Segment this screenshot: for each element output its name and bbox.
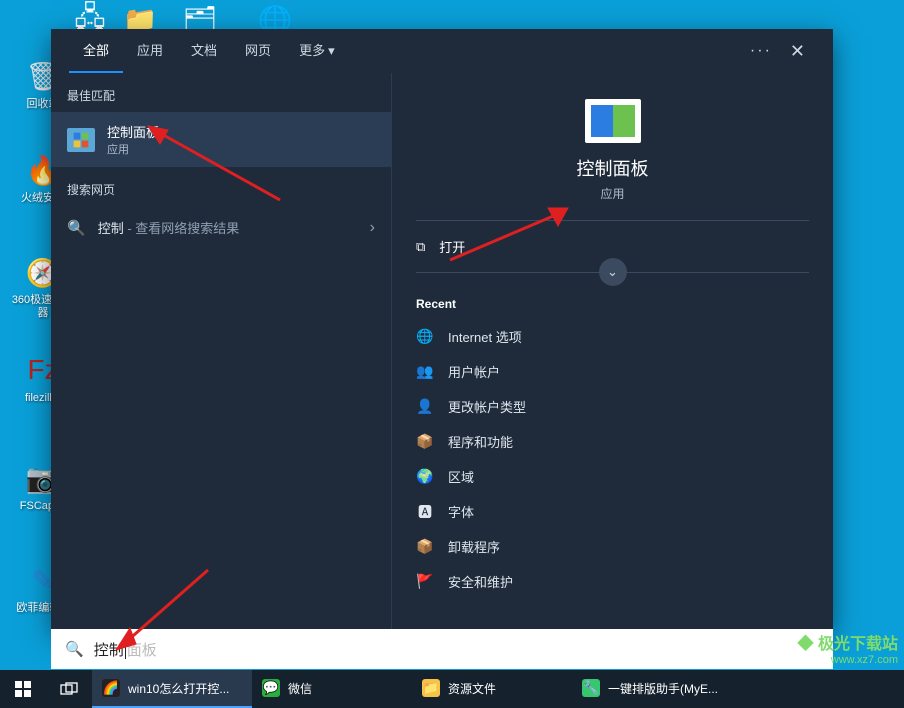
search-results-left: 最佳匹配 控制面板 应用 搜索网页 🔍 控制 - 查看网络搜索结果 › bbox=[51, 73, 391, 629]
recent-icon: 📦 bbox=[416, 538, 434, 556]
chevron-right-icon: › bbox=[370, 219, 375, 237]
search-icon: 🔍 bbox=[65, 640, 84, 658]
recent-label: 卸载程序 bbox=[448, 537, 500, 556]
recent-icon: 🌐 bbox=[416, 328, 434, 346]
web-search-label: 搜索网页 bbox=[51, 167, 391, 206]
control-panel-large-icon bbox=[585, 99, 641, 143]
recent-label: 用户帐户 bbox=[448, 362, 500, 381]
app-label: 微信 bbox=[288, 680, 312, 697]
more-options-icon[interactable]: ··· bbox=[750, 42, 772, 60]
taskbar-app[interactable]: 📁 资源文件 bbox=[412, 670, 572, 708]
recent-label: Internet 选项 bbox=[448, 327, 522, 346]
detail-sub: 应用 bbox=[416, 185, 809, 202]
recent-label: 区域 bbox=[448, 467, 474, 486]
search-tabs: 全部 应用 文档 网页 更多▾ ··· ✕ bbox=[51, 29, 833, 73]
app-icon: 💬 bbox=[262, 679, 280, 697]
recent-icon: 🌍 bbox=[416, 468, 434, 486]
recent-label: 更改帐户类型 bbox=[448, 397, 526, 416]
chevron-down-icon: ▾ bbox=[328, 29, 335, 73]
watermark: ◆ 极光下载站 www.xz7.com bbox=[798, 630, 898, 666]
recent-icon: 📦 bbox=[416, 433, 434, 451]
search-input[interactable]: 控制面板 bbox=[94, 639, 157, 660]
best-match-label: 最佳匹配 bbox=[51, 73, 391, 112]
taskbar-app[interactable]: 🌈 win10怎么打开控... bbox=[92, 670, 252, 708]
app-icon: 🌈 bbox=[102, 679, 120, 697]
tab-apps[interactable]: 应用 bbox=[123, 29, 177, 73]
expand-chevron-icon[interactable]: ⌄ bbox=[599, 258, 627, 286]
windows-search-panel: 全部 应用 文档 网页 更多▾ ··· ✕ 最佳匹配 控制面板 应用 搜索网页 … bbox=[51, 29, 833, 629]
search-input-bar: 🔍 控制面板 bbox=[51, 629, 833, 669]
recent-icon: 👤 bbox=[416, 398, 434, 416]
result-sub: 应用 bbox=[107, 141, 159, 157]
taskbar-app[interactable]: 💬 微信 bbox=[252, 670, 412, 708]
web-search-result[interactable]: 🔍 控制 - 查看网络搜索结果 › bbox=[51, 206, 391, 249]
recent-item[interactable]: 🌍 区域 bbox=[416, 459, 809, 494]
app-label: 资源文件 bbox=[448, 680, 496, 697]
recent-item[interactable]: 👤 更改帐户类型 bbox=[416, 389, 809, 424]
recent-item[interactable]: 🚩 安全和维护 bbox=[416, 564, 809, 599]
recent-item[interactable]: 📦 程序和功能 bbox=[416, 424, 809, 459]
app-icon: 📁 bbox=[422, 679, 440, 697]
recent-icon: 👥 bbox=[416, 363, 434, 381]
recent-item[interactable]: 🌐 Internet 选项 bbox=[416, 319, 809, 354]
search-icon: 🔍 bbox=[67, 219, 86, 237]
tab-more[interactable]: 更多▾ bbox=[285, 29, 349, 73]
recent-label: 字体 bbox=[448, 502, 474, 521]
recent-item[interactable]: 📦 卸载程序 bbox=[416, 529, 809, 564]
app-icon: 🔧 bbox=[582, 679, 600, 697]
close-icon[interactable]: ✕ bbox=[780, 35, 815, 68]
result-control-panel[interactable]: 控制面板 应用 bbox=[51, 112, 391, 167]
tab-docs[interactable]: 文档 bbox=[177, 29, 231, 73]
recent-label: 安全和维护 bbox=[448, 572, 513, 591]
recent-item[interactable]: 🅰 字体 bbox=[416, 494, 809, 529]
recent-item[interactable]: 👥 用户帐户 bbox=[416, 354, 809, 389]
open-icon: ⧉ bbox=[416, 239, 425, 255]
search-detail-right: 控制面板 应用 ⧉ 打开 ⌄ Recent 🌐Internet 选项👥用户帐户👤… bbox=[391, 73, 833, 629]
app-label: win10怎么打开控... bbox=[128, 680, 229, 697]
tab-all[interactable]: 全部 bbox=[69, 29, 123, 73]
taskbar: 🌈 win10怎么打开控... 💬 微信 📁 资源文件 🔧 一键排版助手(MyE... bbox=[0, 670, 904, 708]
recent-icon: 🅰 bbox=[416, 503, 434, 521]
task-view-button[interactable] bbox=[46, 670, 92, 708]
app-label: 一键排版助手(MyE... bbox=[608, 680, 718, 697]
control-panel-icon bbox=[67, 128, 95, 152]
result-title: 控制面板 bbox=[107, 122, 159, 141]
recent-label: 程序和功能 bbox=[448, 432, 513, 451]
start-button[interactable] bbox=[0, 670, 46, 708]
detail-name: 控制面板 bbox=[416, 155, 809, 181]
recent-icon: 🚩 bbox=[416, 573, 434, 591]
open-action[interactable]: ⧉ 打开 ⌄ bbox=[416, 221, 809, 273]
tab-web[interactable]: 网页 bbox=[231, 29, 285, 73]
taskbar-app[interactable]: 🔧 一键排版助手(MyE... bbox=[572, 670, 732, 708]
